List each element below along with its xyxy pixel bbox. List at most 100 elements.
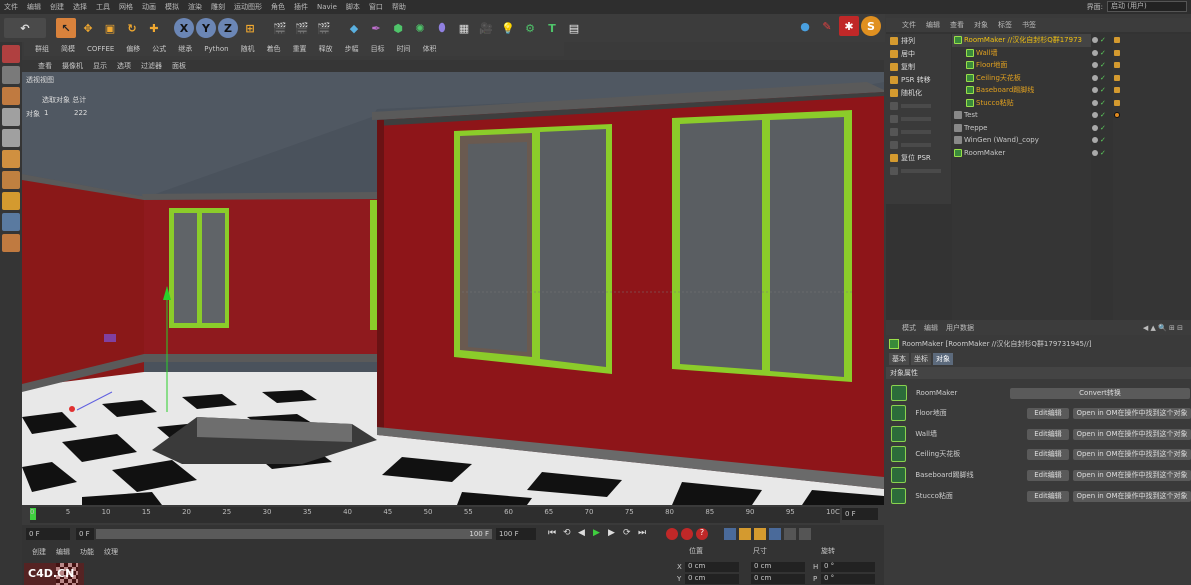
- settings-gear-icon[interactable]: ⚙: [520, 18, 540, 38]
- axis-icon[interactable]: [2, 171, 20, 189]
- enabled-check-icon[interactable]: ✓: [1100, 74, 1106, 81]
- text-icon[interactable]: T: [542, 18, 562, 38]
- next-frame-icon[interactable]: ▶: [608, 528, 620, 540]
- open-in-om-button[interactable]: Open in OM在操作中找到这个对象: [1072, 407, 1191, 419]
- visibility-dot[interactable]: [1092, 112, 1098, 119]
- size-x-field[interactable]: 0 cm: [751, 562, 805, 572]
- menu-create[interactable]: 创建: [50, 2, 64, 12]
- menu-animate[interactable]: 动画: [142, 2, 156, 12]
- play-icon[interactable]: ▶: [593, 528, 605, 540]
- mat-menu-texture[interactable]: 纹理: [104, 547, 118, 557]
- key-pla-icon[interactable]: [784, 528, 796, 540]
- om-menu-object[interactable]: 对象: [974, 20, 988, 30]
- enabled-check-icon[interactable]: ✓: [1100, 62, 1106, 69]
- rotate-icon[interactable]: ↻: [122, 18, 142, 38]
- light-icon[interactable]: 💡: [498, 18, 518, 38]
- tag-target[interactable]: 目标: [366, 44, 390, 54]
- menu-tools[interactable]: 工具: [96, 2, 110, 12]
- om-menu-bookmark[interactable]: 书签: [1022, 20, 1036, 30]
- menu-render[interactable]: 渲染: [188, 2, 202, 12]
- visibility-dot[interactable]: [1092, 37, 1098, 44]
- edit-button[interactable]: Edit编辑: [1027, 469, 1069, 481]
- enabled-check-icon[interactable]: ✓: [1100, 99, 1106, 106]
- om-menu-edit[interactable]: 编辑: [926, 20, 940, 30]
- mat-menu-edit[interactable]: 编辑: [56, 547, 70, 557]
- edit-button[interactable]: Edit编辑: [1027, 490, 1069, 502]
- enabled-check-icon[interactable]: ✓: [1100, 37, 1106, 44]
- menu-script[interactable]: 脚本: [346, 2, 360, 12]
- timeline[interactable]: 0 5 10 15 20 25 30 35 40 45 50 55 60 65 …: [22, 505, 884, 525]
- convert-button[interactable]: Convert转换: [1010, 387, 1190, 399]
- om-menu-view[interactable]: 查看: [950, 20, 964, 30]
- visibility-dot[interactable]: [1092, 62, 1098, 69]
- tag-volume[interactable]: 体积: [418, 44, 442, 54]
- forbidden-tag-icon[interactable]: [1114, 112, 1120, 119]
- auto-key-icon[interactable]: [681, 528, 693, 540]
- open-in-om-button[interactable]: Open in OM在操作中找到这个对象: [1072, 448, 1191, 460]
- end-frame-field[interactable]: 100 F: [496, 528, 536, 540]
- om-menu-file[interactable]: 文件: [902, 20, 916, 30]
- plugin-red-icon[interactable]: ✱: [839, 16, 859, 36]
- edit-button[interactable]: Edit编辑: [1027, 448, 1069, 460]
- menu-character[interactable]: 角色: [271, 2, 285, 12]
- cmd-randomize[interactable]: 随机化: [886, 86, 951, 99]
- z-axis-icon[interactable]: Z: [218, 18, 238, 38]
- tag-coffee[interactable]: COFFEE: [82, 45, 119, 53]
- open-in-om-button[interactable]: Open in OM在操作中找到这个对象: [1072, 469, 1191, 481]
- cube-icon[interactable]: ◆: [344, 18, 364, 38]
- y-axis-icon[interactable]: Y: [196, 18, 216, 38]
- document-icon[interactable]: ▤: [564, 18, 584, 38]
- perspective-viewport[interactable]: 透视视图 选取对象 总计 对象 1 222 ✥ ⬚ ◫: [22, 72, 884, 505]
- enabled-check-icon[interactable]: ✓: [1100, 124, 1106, 131]
- prev-frame-icon[interactable]: ◀: [578, 528, 590, 540]
- go-end-icon[interactable]: ⏭: [638, 528, 650, 540]
- tab-object[interactable]: 对象: [933, 353, 953, 365]
- visibility-dot[interactable]: [1092, 124, 1098, 131]
- menu-sculpt[interactable]: 雕刻: [211, 2, 225, 12]
- menu-navie[interactable]: Navie: [317, 3, 337, 11]
- tag-icon[interactable]: [1114, 99, 1120, 106]
- array-icon[interactable]: ✺: [410, 18, 430, 38]
- record-icon[interactable]: [666, 528, 678, 540]
- pos-x-field[interactable]: 0 cm: [685, 562, 739, 572]
- tag-python[interactable]: Python: [199, 45, 233, 53]
- prev-key-icon[interactable]: ⟲: [563, 528, 575, 540]
- cmd-psr-transfer[interactable]: PSR 转移: [886, 73, 951, 86]
- mode-polygons-icon[interactable]: [2, 129, 20, 147]
- open-in-om-button[interactable]: Open in OM在操作中找到这个对象: [1072, 428, 1191, 440]
- key-rotate-icon[interactable]: [754, 528, 766, 540]
- attr-nav-icons[interactable]: ◀ ▲ 🔍 ⊞ ⊟: [1143, 324, 1183, 332]
- visibility-dot[interactable]: [1092, 99, 1098, 106]
- frame-slider[interactable]: 100 F: [96, 529, 492, 539]
- tag-icon[interactable]: [1114, 37, 1120, 44]
- start-frame-field[interactable]: 0 F: [26, 528, 70, 540]
- tree-row-test[interactable]: Test: [952, 109, 1091, 122]
- workplane-icon[interactable]: [2, 213, 20, 231]
- render-settings-icon[interactable]: 🎬: [314, 18, 334, 38]
- tag-release[interactable]: 释放: [314, 44, 338, 54]
- pen-icon[interactable]: ✒: [366, 18, 386, 38]
- cmd-center[interactable]: 居中: [886, 47, 951, 60]
- tree-row-treppe[interactable]: Treppe: [952, 122, 1091, 135]
- enabled-check-icon[interactable]: ✓: [1100, 149, 1106, 156]
- enabled-check-icon[interactable]: ✓: [1100, 87, 1106, 94]
- size-y-field[interactable]: 0 cm: [751, 574, 805, 584]
- tree-row-roommaker-root[interactable]: RoomMaker //汉化自封杉Q群17973: [952, 34, 1091, 47]
- tag-formula[interactable]: 公式: [147, 44, 171, 54]
- enabled-check-icon[interactable]: ✓: [1100, 49, 1106, 56]
- tag-simple[interactable]: 简模: [56, 44, 80, 54]
- rot-p-field[interactable]: 0 °: [821, 574, 875, 584]
- key-param-icon[interactable]: [769, 528, 781, 540]
- paint-icon[interactable]: ✎: [817, 16, 837, 36]
- key-move-icon[interactable]: [724, 528, 736, 540]
- vp-menu-display[interactable]: 显示: [93, 61, 107, 71]
- key-scale-icon[interactable]: [739, 528, 751, 540]
- x-axis-icon[interactable]: X: [174, 18, 194, 38]
- tree-row-roommaker[interactable]: RoomMaker: [952, 147, 1091, 160]
- mode-edges-icon[interactable]: [2, 108, 20, 126]
- menu-simulate[interactable]: 模拟: [165, 2, 179, 12]
- tree-row-baseboard[interactable]: Baseboard踢脚线: [952, 84, 1091, 97]
- render-view-icon[interactable]: 🎬: [270, 18, 290, 38]
- menu-help[interactable]: 帮助: [392, 2, 406, 12]
- coord-system-icon[interactable]: ⊞: [240, 18, 260, 38]
